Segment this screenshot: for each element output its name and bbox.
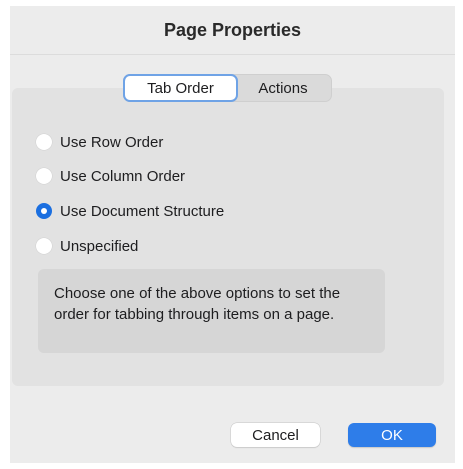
option-label: Use Row Order: [60, 133, 164, 151]
option-use-column-order[interactable]: Use Column Order: [36, 165, 185, 187]
radio-button-selected[interactable]: [36, 203, 52, 219]
option-unspecified[interactable]: Unspecified: [36, 235, 138, 257]
cancel-button[interactable]: Cancel: [231, 423, 320, 447]
tab-actions[interactable]: Actions: [236, 76, 330, 100]
page-properties-dialog: Page Properties Tab Order Actions Use Ro…: [10, 6, 455, 463]
help-text-box: Choose one of the above options to set t…: [38, 269, 385, 353]
option-use-document-structure[interactable]: Use Document Structure: [36, 200, 224, 222]
radio-button[interactable]: [36, 168, 52, 184]
ok-button[interactable]: OK: [348, 423, 436, 447]
radio-button[interactable]: [36, 238, 52, 254]
option-use-row-order[interactable]: Use Row Order: [36, 131, 163, 153]
option-label: Use Document Structure: [60, 202, 225, 220]
option-label: Use Column Order: [60, 167, 186, 185]
tab-tab-order[interactable]: Tab Order: [125, 76, 236, 100]
title-divider: [10, 54, 455, 55]
tab-bar: Tab Order Actions: [123, 74, 332, 102]
radio-button[interactable]: [36, 134, 52, 150]
option-label: Unspecified: [60, 237, 139, 255]
dialog-title: Page Properties: [163, 20, 302, 40]
